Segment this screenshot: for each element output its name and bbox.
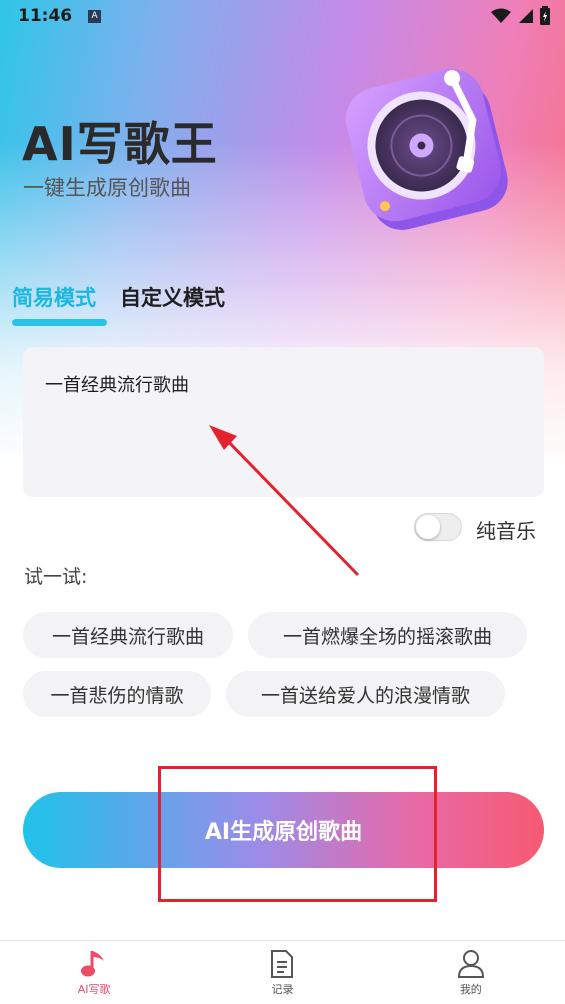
suggestion-chip[interactable]: 一首经典流行歌曲 (23, 612, 233, 658)
status-time: 11:46 (18, 6, 73, 26)
bottom-nav: AI写歌 记录 我的 (0, 940, 565, 1004)
tab-custom-mode[interactable]: 自定义模式 (120, 282, 225, 326)
user-icon (457, 950, 484, 978)
generate-song-button[interactable]: AI生成原创歌曲 (23, 792, 544, 868)
mode-tabs: 简易模式 自定义模式 (12, 282, 225, 326)
nav-label: 我的 (459, 983, 482, 996)
battery-icon (540, 6, 550, 25)
nav-mine[interactable]: 我的 (377, 941, 565, 1004)
suggestion-chip[interactable]: 一首悲伤的情歌 (23, 671, 211, 717)
toggle-knob (416, 515, 440, 539)
nav-label: 记录 (271, 983, 294, 996)
nav-ai-write-song[interactable]: AI写歌 (0, 941, 188, 1004)
music-note-icon (81, 951, 105, 977)
signal-icon (519, 9, 533, 23)
status-bar: 11:46 A (0, 0, 565, 32)
turntable-icon (345, 68, 508, 230)
suggestion-chip[interactable]: 一首燃爆全场的摇滚歌曲 (248, 612, 527, 658)
pure-music-toggle[interactable] (414, 513, 462, 541)
pure-music-label: 纯音乐 (476, 519, 536, 543)
app-subtitle: 一键生成原创歌曲 (23, 176, 191, 200)
tab-simple-mode[interactable]: 简易模式 (12, 282, 107, 326)
suggestion-chip[interactable]: 一首送给爱人的浪漫情歌 (226, 671, 505, 717)
status-icons (491, 6, 551, 26)
wifi-icon (491, 8, 511, 23)
app-title: AI写歌王 (22, 117, 218, 171)
document-icon (271, 950, 294, 978)
nav-records[interactable]: 记录 (188, 941, 376, 1004)
try-label: 试一试: (24, 566, 88, 588)
notification-icon: A (88, 9, 102, 23)
prompt-input[interactable]: 一首经典流行歌曲 (23, 347, 544, 497)
nav-label: AI写歌 (77, 983, 111, 996)
